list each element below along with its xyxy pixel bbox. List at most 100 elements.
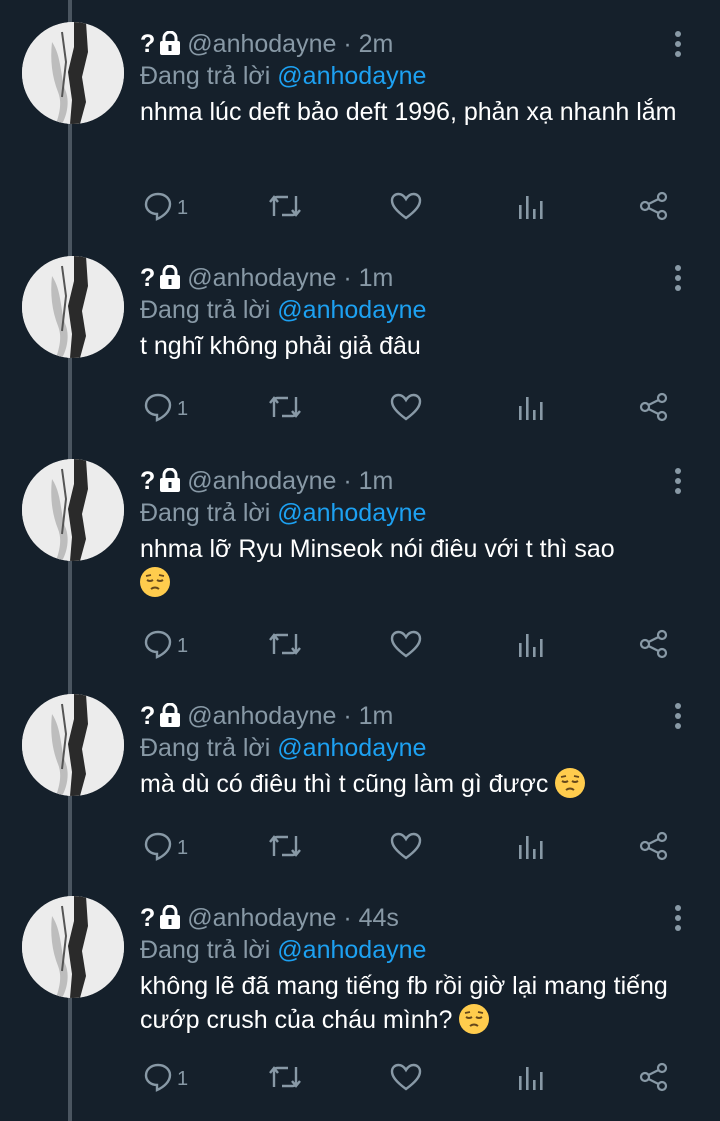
tweet-text: nhma lúc deft bảo deft 1996, phản xạ nha… [140,95,700,129]
timestamp[interactable]: 1m [359,467,394,495]
mention-link[interactable]: @anhodayne [277,734,426,762]
display-name[interactable]: ? [140,264,155,292]
display-name[interactable]: ? [140,702,155,730]
tweet-text-content: mà dù có điêu thì t cũng làm gì được [140,770,549,798]
reply-count: 1 [177,836,189,859]
like-button[interactable] [390,828,422,868]
share-icon [638,392,670,427]
replying-to: Đang trả lời @anhodayne [140,294,426,326]
retweet-button[interactable] [268,626,302,666]
avatar[interactable] [22,22,124,124]
retweet-button[interactable] [268,1059,302,1099]
reply-button[interactable]: 1 [143,626,188,666]
heart-icon [390,1062,422,1097]
mention-link[interactable]: @anhodayne [277,499,426,527]
avatar[interactable] [22,896,124,998]
more-vertical-icon[interactable] [664,465,692,497]
tweet-text-content: không lẽ đã mang tiếng fb rồi giờ lại ma… [140,972,668,1034]
analytics-icon [517,629,545,664]
lock-icon [159,264,181,297]
tweet-actions: 1 [0,188,720,228]
retweet-button[interactable] [268,188,302,228]
tweet-header: ? @anhodayne · 1m [140,700,393,735]
share-button[interactable] [638,389,670,429]
handle[interactable]: @anhodayne [187,30,336,58]
more-vertical-icon[interactable] [664,28,692,60]
display-name[interactable]: ? [140,467,155,495]
separator-dot: · [336,467,359,495]
more-vertical-icon[interactable] [664,262,692,294]
handle[interactable]: @anhodayne [187,467,336,495]
like-button[interactable] [390,389,422,429]
reply-icon [143,392,173,427]
avatar[interactable] [22,694,124,796]
avatar[interactable] [22,459,124,561]
share-button[interactable] [638,828,670,868]
replying-to-label: Đang trả lời [140,734,271,762]
share-button[interactable] [638,626,670,666]
reply-button[interactable]: 1 [143,188,188,228]
reply-count: 1 [177,397,189,420]
analytics-icon [517,392,545,427]
display-name[interactable]: ? [140,30,155,58]
share-button[interactable] [638,1059,670,1099]
like-button[interactable] [390,626,422,666]
timestamp[interactable]: 44s [359,904,399,932]
tweet[interactable]: ? @anhodayne · 1m Đang trả lời @anhodayne… [0,256,720,446]
retweet-button[interactable] [268,828,302,868]
heart-icon [390,191,422,226]
tweet-text: nhma lỡ Ryu Minseok nói điêu với t thì s… [140,532,700,600]
analytics-button[interactable] [517,389,545,429]
mention-link[interactable]: @anhodayne [277,936,426,964]
reply-button[interactable]: 1 [143,828,188,868]
reply-count: 1 [177,1067,189,1090]
tweet-actions: 1 [0,389,720,429]
tweet-text: t nghĩ không phải giả đâu [140,329,700,363]
tweet-header: ? @anhodayne · 44s [140,902,399,937]
analytics-button[interactable] [517,626,545,666]
handle[interactable]: @anhodayne [187,904,336,932]
avatar[interactable] [22,256,124,358]
reply-button[interactable]: 1 [143,389,188,429]
share-icon [638,1062,670,1097]
reply-icon [143,1062,173,1097]
mention-link[interactable]: @anhodayne [277,296,426,324]
retweet-icon [268,1062,302,1097]
reply-button[interactable]: 1 [143,1059,188,1099]
timestamp[interactable]: 1m [359,702,394,730]
handle[interactable]: @anhodayne [187,264,336,292]
timestamp[interactable]: 1m [359,264,394,292]
heart-icon [390,831,422,866]
retweet-icon [268,191,302,226]
like-button[interactable] [390,1059,422,1099]
tweet-text: không lẽ đã mang tiếng fb rồi giờ lại ma… [140,969,700,1037]
replying-to: Đang trả lời @anhodayne [140,60,426,92]
more-vertical-icon[interactable] [664,902,692,934]
share-button[interactable] [638,188,670,228]
tweet-text-content: nhma lỡ Ryu Minseok nói điêu với t thì s… [140,535,615,563]
mention-link[interactable]: @anhodayne [277,62,426,90]
display-name[interactable]: ? [140,904,155,932]
lock-icon [159,467,181,500]
tweet[interactable]: ? @anhodayne · 1m Đang trả lời @anhodayne… [0,694,720,884]
tweet[interactable]: ? @anhodayne · 2m Đang trả lời @anhodayne… [0,22,720,242]
analytics-button[interactable] [517,828,545,868]
tweet-header: ? @anhodayne · 2m [140,28,393,63]
tweet-actions: 1 [0,1059,720,1099]
heart-icon [390,392,422,427]
tweet-text: mà dù có điêu thì t cũng làm gì được [140,767,700,801]
tweet-header: ? @anhodayne · 1m [140,262,393,297]
like-button[interactable] [390,188,422,228]
separator-dot: · [336,904,359,932]
analytics-button[interactable] [517,188,545,228]
tweet[interactable]: ? @anhodayne · 44s Đang trả lời @anhodayn… [0,896,720,1111]
replying-to-label: Đang trả lời [140,62,271,90]
tweet[interactable]: ? @anhodayne · 1m Đang trả lời @anhodayne… [0,459,720,679]
share-icon [638,191,670,226]
handle[interactable]: @anhodayne [187,702,336,730]
retweet-button[interactable] [268,389,302,429]
more-vertical-icon[interactable] [664,700,692,732]
share-icon [638,831,670,866]
timestamp[interactable]: 2m [359,30,394,58]
analytics-button[interactable] [517,1059,545,1099]
